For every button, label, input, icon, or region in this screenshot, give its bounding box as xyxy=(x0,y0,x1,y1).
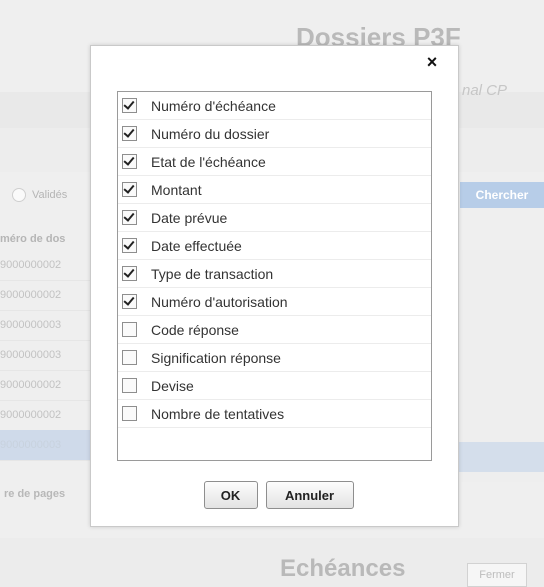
validated-filter-label: Validés xyxy=(32,189,68,201)
column-option[interactable]: Date effectuée xyxy=(118,232,431,260)
column-option-label: Etat de l'échéance xyxy=(151,153,266,170)
checkbox-checked-icon[interactable] xyxy=(122,238,137,253)
column-option-label: Date effectuée xyxy=(151,237,242,254)
checkbox-checked-icon[interactable] xyxy=(122,98,137,113)
column-option[interactable]: Code réponse xyxy=(118,316,431,344)
ok-button[interactable]: OK xyxy=(203,481,258,509)
column-option-label: Devise xyxy=(151,377,194,394)
checkbox-unchecked-icon[interactable] xyxy=(122,406,137,421)
column-option[interactable]: Etat de l'échéance xyxy=(118,148,431,176)
column-option[interactable]: Date prévue xyxy=(118,204,431,232)
column-option-label: Code réponse xyxy=(151,321,239,338)
checkbox-checked-icon[interactable] xyxy=(122,126,137,141)
column-option[interactable]: Type de transaction xyxy=(118,260,431,288)
checkbox-unchecked-icon[interactable] xyxy=(122,322,137,337)
validated-filter-radio[interactable]: Validés xyxy=(12,188,67,202)
background-page-subtitle: nal CP xyxy=(462,82,508,99)
table-row[interactable]: 9000000002 xyxy=(0,280,100,311)
table-row[interactable]: 9000000003 xyxy=(0,430,100,461)
close-window-button[interactable]: Fermer xyxy=(467,563,527,587)
column-option-label: Signification réponse xyxy=(151,349,281,366)
column-option[interactable]: Devise xyxy=(118,372,431,400)
checkbox-checked-icon[interactable] xyxy=(122,210,137,225)
cancel-button[interactable]: Annuler xyxy=(265,481,354,509)
column-option[interactable]: Signification réponse xyxy=(118,344,431,372)
table-row[interactable]: 9000000002 xyxy=(0,400,100,431)
column-option-label: Date prévue xyxy=(151,209,228,226)
background-bottom-band xyxy=(0,538,544,587)
table-column-header-dossier[interactable]: méro de dos xyxy=(0,228,100,250)
close-icon[interactable]: × xyxy=(424,53,440,71)
checkbox-unchecked-icon[interactable] xyxy=(122,350,137,365)
column-option[interactable]: Numéro du dossier xyxy=(118,120,431,148)
column-option-label: Type de transaction xyxy=(151,265,274,282)
dialog-button-row: OK Annuler xyxy=(91,481,458,509)
table-row[interactable]: 9000000003 xyxy=(0,310,100,341)
radio-icon xyxy=(12,188,26,202)
checkbox-checked-icon[interactable] xyxy=(122,182,137,197)
checkbox-checked-icon[interactable] xyxy=(122,266,137,281)
column-option-label: Numéro du dossier xyxy=(151,125,270,142)
column-option-label: Nombre de tentatives xyxy=(151,405,285,422)
column-list: Numéro d'échéance Numéro du dossier Etat d… xyxy=(117,91,432,461)
background-selected-row-band xyxy=(456,442,544,472)
column-option-label: Montant xyxy=(151,181,202,198)
checkbox-unchecked-icon[interactable] xyxy=(122,378,137,393)
column-option[interactable]: Numéro d'échéance xyxy=(118,92,431,120)
column-option[interactable]: Numéro d'autorisation xyxy=(118,288,431,316)
column-option[interactable]: Nombre de tentatives xyxy=(118,400,431,428)
column-chooser-dialog: × Numéro d'échéance Numéro du dossier Etat… xyxy=(90,45,459,527)
bottom-section-title: Echéances xyxy=(280,555,406,582)
table-row[interactable]: 9000000002 xyxy=(0,370,100,401)
search-button[interactable]: Chercher xyxy=(460,182,544,208)
column-option-label: Numéro d'autorisation xyxy=(151,293,288,310)
table-row[interactable]: 9000000002 xyxy=(0,250,100,281)
column-option[interactable]: Montant xyxy=(118,176,431,204)
column-option-label: Numéro d'échéance xyxy=(151,97,276,114)
table-row[interactable]: 9000000003 xyxy=(0,340,100,371)
pager-label: re de pages xyxy=(4,488,66,500)
checkbox-checked-icon[interactable] xyxy=(122,294,137,309)
checkbox-checked-icon[interactable] xyxy=(122,154,137,169)
